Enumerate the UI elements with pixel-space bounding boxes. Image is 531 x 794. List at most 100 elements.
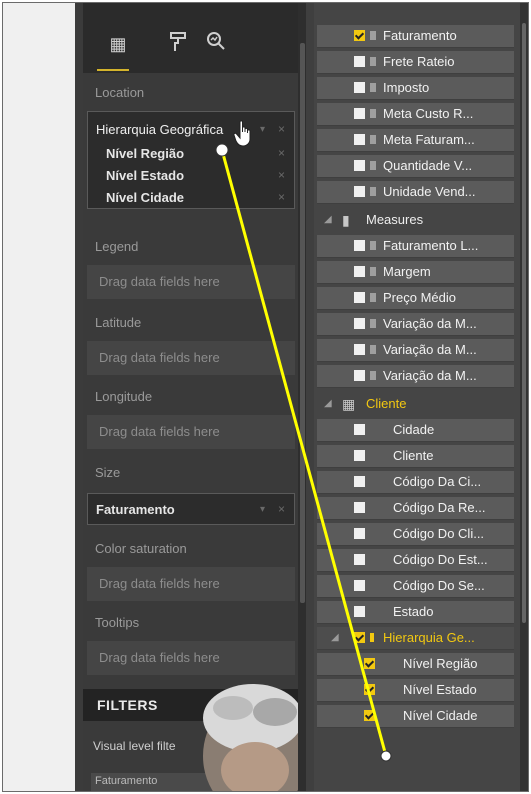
- color-saturation-well[interactable]: Drag data fields here: [87, 567, 295, 601]
- field-checkbox[interactable]: [354, 56, 365, 67]
- field-checkbox[interactable]: [354, 476, 365, 487]
- canvas-border: [75, 3, 83, 791]
- field-item[interactable]: Unidade Vend...: [317, 181, 514, 204]
- hierarchy-level-item[interactable]: Nível Região: [317, 653, 514, 676]
- table-group-measures[interactable]: ◢ ▮ Measures: [314, 207, 520, 233]
- field-item[interactable]: Preço Médio: [317, 287, 514, 310]
- field-checkbox[interactable]: [364, 658, 375, 669]
- field-checkbox[interactable]: [354, 160, 365, 171]
- field-checkbox[interactable]: [354, 502, 365, 513]
- field-label: Estado: [393, 604, 434, 619]
- fields-tab-icon[interactable]: ▦: [105, 31, 131, 57]
- fields-scrollbar-thumb[interactable]: [522, 23, 526, 623]
- field-item[interactable]: Quantidade V...: [317, 155, 514, 178]
- field-item[interactable]: Cidade: [317, 419, 514, 442]
- remove-field-icon[interactable]: ×: [278, 168, 285, 182]
- tooltips-well[interactable]: Drag data fields here: [87, 641, 295, 675]
- location-well[interactable]: Hierarquia Geográfica ▾ × Nível Região ×…: [87, 111, 295, 209]
- field-item[interactable]: Imposto: [317, 77, 514, 100]
- location-field-regiao[interactable]: Nível Região: [106, 146, 184, 161]
- analytics-tab-icon[interactable]: [203, 31, 229, 57]
- field-label: Meta Custo R...: [383, 106, 474, 121]
- visualizations-pane: ▦ Location Hierarquia Geográfica ▾ × Nív…: [83, 3, 307, 791]
- collapse-arrow-icon[interactable]: ◢: [324, 214, 332, 225]
- location-field-estado[interactable]: Nível Estado: [106, 168, 184, 183]
- remove-field-icon[interactable]: ×: [278, 146, 285, 160]
- field-checkbox[interactable]: [354, 318, 365, 329]
- field-item[interactable]: Meta Custo R...: [317, 103, 514, 126]
- hierarchy-item[interactable]: ◢ Hierarquia Ge...: [317, 627, 514, 650]
- format-tab-icon[interactable]: [165, 31, 191, 57]
- field-item[interactable]: Código Do Cli...: [317, 523, 514, 546]
- field-item[interactable]: Código Do Se...: [317, 575, 514, 598]
- field-item[interactable]: Estado: [317, 601, 514, 624]
- sigma-icon: [370, 135, 376, 144]
- field-checkbox[interactable]: [354, 424, 365, 435]
- visual-level-filters-label: Visual level filte: [93, 739, 176, 753]
- field-checkbox[interactable]: [354, 606, 365, 617]
- field-checkbox[interactable]: [354, 186, 365, 197]
- field-checkbox[interactable]: [354, 450, 365, 461]
- active-tab-indicator: [97, 69, 129, 71]
- sigma-icon: [370, 293, 376, 302]
- hierarchy-icon: [370, 633, 374, 642]
- field-item[interactable]: Variação da M...: [317, 339, 514, 362]
- hierarchy-level-item[interactable]: Nível Cidade: [317, 705, 514, 728]
- field-checkbox[interactable]: [354, 266, 365, 277]
- field-checkbox[interactable]: [354, 134, 365, 145]
- field-checkbox[interactable]: [354, 240, 365, 251]
- longitude-well[interactable]: Drag data fields here: [87, 415, 295, 449]
- field-checkbox[interactable]: [354, 292, 365, 303]
- size-well[interactable]: Faturamento ▾ ×: [87, 493, 295, 525]
- field-item[interactable]: Código Da Re...: [317, 497, 514, 520]
- remove-field-icon[interactable]: ×: [278, 122, 285, 136]
- remove-field-icon[interactable]: ×: [278, 190, 285, 204]
- app-frame: ▦ Location Hierarquia Geográfica ▾ × Nív…: [2, 2, 529, 792]
- field-checkbox[interactable]: [354, 554, 365, 565]
- collapse-arrow-icon[interactable]: ◢: [324, 398, 332, 409]
- legend-well[interactable]: Drag data fields here: [87, 265, 295, 299]
- field-checkbox[interactable]: [354, 528, 365, 539]
- field-checkbox[interactable]: [354, 30, 365, 41]
- field-label: Faturamento L...: [383, 238, 479, 253]
- field-item[interactable]: Margem: [317, 261, 514, 284]
- tooltips-label: Tooltips: [95, 615, 140, 630]
- field-item[interactable]: Meta Faturam...: [317, 129, 514, 152]
- field-item[interactable]: Faturamento: [317, 25, 514, 48]
- field-item[interactable]: Frete Rateio: [317, 51, 514, 74]
- collapse-arrow-icon[interactable]: ◢: [331, 632, 339, 643]
- field-checkbox[interactable]: [364, 684, 375, 695]
- visualizations-scrollbar-thumb[interactable]: [300, 43, 305, 603]
- table-group-cliente[interactable]: ◢ ▦ Cliente: [314, 391, 520, 417]
- field-item[interactable]: Variação da M...: [317, 313, 514, 336]
- report-canvas[interactable]: [3, 3, 75, 791]
- field-label: Unidade Vend...: [383, 184, 476, 199]
- field-item[interactable]: Código Do Est...: [317, 549, 514, 572]
- field-checkbox[interactable]: [354, 370, 365, 381]
- field-item[interactable]: Cliente: [317, 445, 514, 468]
- field-checkbox[interactable]: [354, 82, 365, 93]
- chevron-down-icon[interactable]: ▾: [260, 124, 265, 135]
- field-label: Código Da Ci...: [393, 474, 482, 489]
- field-checkbox[interactable]: [354, 344, 365, 355]
- field-item[interactable]: Variação da M...: [317, 365, 514, 388]
- filters-title: FILTERS: [97, 697, 158, 713]
- size-field[interactable]: Faturamento: [96, 502, 175, 517]
- location-field-hierarchy[interactable]: Hierarquia Geográfica: [96, 122, 223, 137]
- field-item[interactable]: Faturamento L...: [317, 235, 514, 258]
- latitude-well[interactable]: Drag data fields here: [87, 341, 295, 375]
- chevron-down-icon[interactable]: ▾: [260, 504, 265, 515]
- field-label: Faturamento: [383, 28, 457, 43]
- location-field-cidade[interactable]: Nível Cidade: [106, 190, 184, 205]
- field-item[interactable]: Código Da Ci...: [317, 471, 514, 494]
- latitude-placeholder: Drag data fields here: [99, 350, 220, 365]
- field-checkbox[interactable]: [354, 580, 365, 591]
- remove-field-icon[interactable]: ×: [278, 502, 285, 516]
- field-checkbox[interactable]: [364, 710, 375, 721]
- sigma-icon: [370, 109, 376, 118]
- field-checkbox[interactable]: [354, 632, 365, 643]
- pane-divider: [306, 3, 314, 791]
- field-checkbox[interactable]: [354, 108, 365, 119]
- field-label: Nível Estado: [403, 682, 477, 697]
- hierarchy-level-item[interactable]: Nível Estado: [317, 679, 514, 702]
